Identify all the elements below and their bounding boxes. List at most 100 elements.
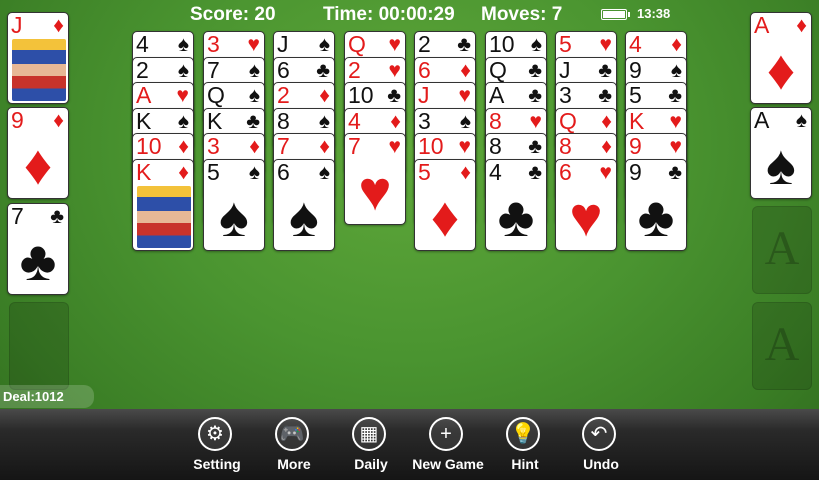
card-rank: 4	[629, 31, 642, 57]
card-suit-icon: ♣	[528, 135, 542, 158]
card-suit-icon: ♥	[388, 135, 401, 158]
card-suit-icon: ♥	[458, 84, 471, 107]
card-rank: J	[418, 82, 430, 108]
card-suit-icon: ♥	[669, 109, 682, 133]
card-rank: 4	[348, 107, 361, 134]
card-center-suit-icon: ♣	[497, 184, 535, 248]
foundation-empty-slot[interactable]: A	[752, 206, 812, 294]
card-suit-icon: ♦	[671, 33, 682, 56]
face-card-art	[12, 39, 66, 101]
card-rank: J	[11, 12, 23, 38]
card-suit-icon: ♦	[249, 135, 260, 158]
card-rank: 3	[207, 31, 220, 57]
card-rank: 6	[418, 56, 431, 83]
card-suit-icon: ♦	[796, 14, 807, 37]
foundation-card[interactable]: A ♦ ♦	[750, 12, 812, 104]
card-suit-icon: ♠	[177, 33, 189, 56]
freecell-card[interactable]: J ♦	[7, 12, 69, 104]
toolbar-button-label: Hint	[511, 456, 539, 472]
card-suit-icon: ♥	[247, 33, 260, 56]
card-rank: 7	[207, 56, 220, 83]
card-suit-icon: ♣	[668, 84, 682, 107]
card-suit-icon: ♦	[178, 135, 189, 158]
card-suit-icon: ♣	[598, 58, 612, 82]
tableau-card[interactable]: 6 ♠ ♠	[273, 158, 335, 251]
card-suit-icon: ♥	[458, 135, 471, 158]
card-rank: J	[559, 56, 571, 83]
freecell-empty-slot[interactable]	[9, 302, 69, 390]
setting-button[interactable]: ⚙ Setting	[177, 415, 257, 477]
card-suit-icon: ♠	[670, 58, 682, 82]
more-button[interactable]: 🎮 More	[254, 415, 334, 477]
card-suit-icon: ♦	[319, 84, 330, 107]
tableau-card[interactable]: 4 ♣ ♣	[485, 158, 547, 251]
hint-button[interactable]: 💡 Hint	[485, 415, 565, 477]
calendar-icon-glyph: ▦	[359, 423, 379, 445]
card-center-suit-icon: ♦	[766, 38, 796, 101]
tableau-card[interactable]: 6 ♥ ♥	[555, 158, 617, 251]
card-rank: 9	[629, 133, 642, 159]
card-rank: J	[277, 31, 289, 57]
card-rank: 3	[418, 107, 431, 134]
card-rank: 2	[418, 31, 431, 57]
card-suit-icon: ♣	[457, 33, 471, 56]
card-suit-icon: ♠	[177, 109, 189, 133]
card-suit-icon: ♦	[53, 109, 64, 132]
toolbar-button-label: New Game	[412, 456, 484, 472]
daily-button[interactable]: ▦ Daily	[331, 415, 411, 477]
undo-button[interactable]: ↶ Undo	[561, 415, 641, 477]
card-suit-icon: ♣	[528, 58, 542, 82]
new-game-button[interactable]: + New Game	[408, 415, 488, 477]
card-suit-icon: ♠	[248, 58, 260, 82]
card-rank: 8	[489, 107, 502, 134]
card-suit-icon: ♣	[528, 84, 542, 107]
card-rank: K	[629, 107, 645, 134]
face-card-art	[137, 185, 191, 248]
lightbulb-icon-glyph: 💡	[510, 423, 536, 445]
card-suit-icon: ♣	[316, 58, 330, 82]
tableau-card[interactable]: 9 ♣ ♣	[625, 158, 687, 251]
freecell-card[interactable]: 7 ♣ ♣	[7, 203, 69, 295]
tableau-card[interactable]: K ♦	[132, 158, 194, 251]
card-rank: K	[136, 158, 152, 185]
card-center-suit-icon: ♦	[23, 133, 53, 196]
card-suit-icon: ♥	[388, 33, 401, 56]
tableau-card[interactable]: 5 ♠ ♠	[203, 158, 265, 251]
calendar-icon: ▦	[352, 417, 386, 451]
card-rank: 5	[418, 158, 431, 185]
card-suit-icon: ♦	[601, 135, 612, 158]
card-rank: 3	[207, 133, 220, 159]
card-rank: 10	[136, 133, 162, 159]
card-suit-icon: ♣	[668, 160, 682, 184]
card-suit-icon: ♣	[246, 109, 260, 133]
card-suit-icon: ♠	[318, 160, 330, 184]
card-suit-icon: ♠	[177, 58, 189, 82]
freecell-card[interactable]: 9 ♦ ♦	[7, 107, 69, 199]
card-suit-icon: ♥	[388, 58, 401, 82]
card-suit-icon: ♠	[530, 33, 542, 56]
card-rank: 6	[277, 56, 290, 83]
card-rank: 8	[277, 107, 290, 134]
card-suit-icon: ♦	[601, 109, 612, 133]
tableau-card[interactable]: 5 ♦ ♦	[414, 158, 476, 251]
moves-text: Moves: 7	[481, 4, 563, 25]
card-rank: 5	[559, 31, 572, 57]
undo-icon-glyph: ↶	[590, 423, 608, 445]
card-rank: 4	[489, 158, 502, 185]
card-center-suit-icon: ♠	[289, 184, 319, 248]
foundation-empty-slot[interactable]: A	[752, 302, 812, 390]
card-center-suit-icon: ♣	[637, 184, 675, 248]
card-rank: 10	[489, 31, 515, 57]
gear-icon: ⚙	[198, 417, 232, 451]
toolbar-button-label: Daily	[354, 456, 388, 472]
timer-text: Time: 00:00:29	[323, 4, 455, 25]
card-center-suit-icon: ♠	[219, 184, 249, 248]
foundation-card[interactable]: A ♠ ♠	[750, 107, 812, 199]
card-rank: 6	[277, 158, 290, 185]
card-suit-icon: ♥	[669, 135, 682, 158]
card-center-suit-icon: ♥	[569, 184, 603, 248]
tableau-card[interactable]: 7 ♥ ♥	[344, 133, 406, 225]
card-rank: 10	[418, 133, 444, 159]
card-center-suit-icon: ♥	[358, 159, 392, 222]
card-rank: 10	[348, 82, 374, 108]
